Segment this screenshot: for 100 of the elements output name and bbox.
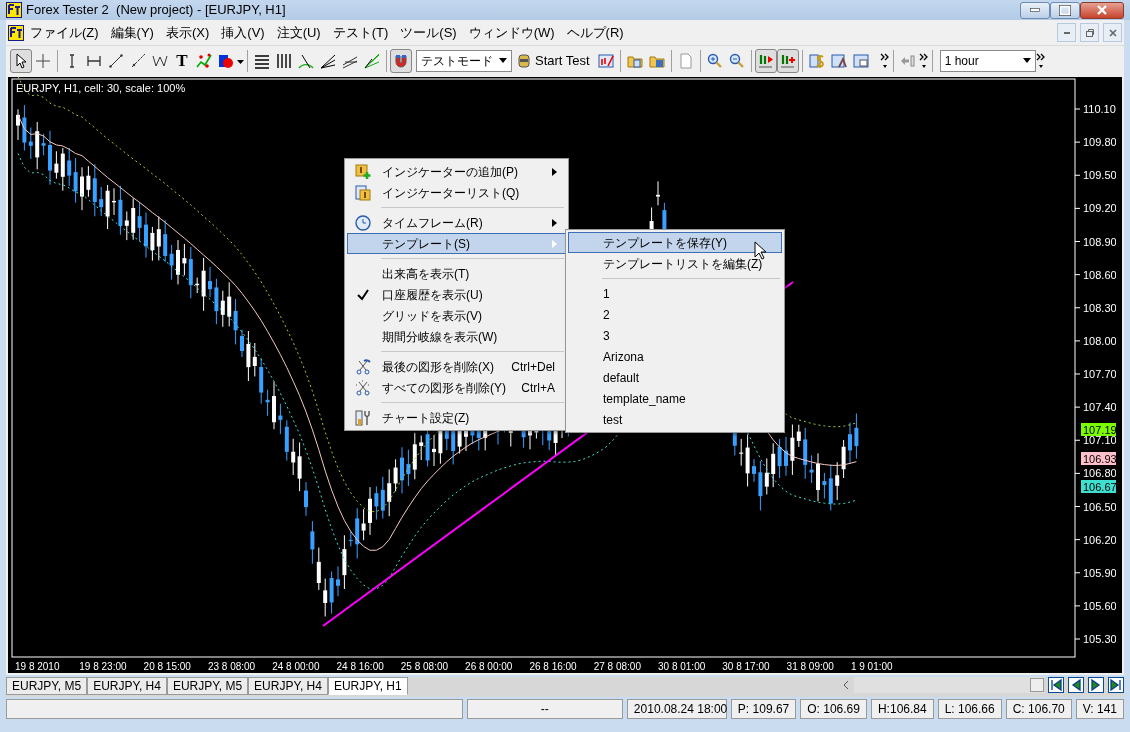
menu-item[interactable]: 2 <box>568 304 782 325</box>
magnet-button[interactable] <box>390 48 412 73</box>
status-field: O: 106.69 <box>800 699 867 719</box>
time-label: 26 8 00:00 <box>465 661 513 672</box>
menu-item[interactable]: 1 <box>568 283 782 304</box>
menu-item[interactable]: Arizona <box>568 346 782 367</box>
fibonacci-wave-icon <box>196 52 212 69</box>
auto-scroll-button[interactable] <box>776 48 799 73</box>
menu-item[interactable]: 注文(U) <box>270 22 327 43</box>
price-tag: 106.67 <box>1081 480 1116 493</box>
pointer-icon <box>13 52 29 69</box>
chart-tab[interactable]: EURJPY, M5 <box>6 677 88 695</box>
menu-item[interactable]: ヘルプ(R) <box>560 22 630 43</box>
last-page-icon[interactable] <box>1108 677 1124 693</box>
price-tag: 106.93 <box>1081 452 1116 465</box>
price-label: 109.20 <box>1083 202 1116 215</box>
start-test-button[interactable]: Start Test <box>512 48 595 73</box>
price-label: 109.50 <box>1083 169 1116 182</box>
time-label: 31 8 09:00 <box>786 661 834 672</box>
pitchfork-icon <box>364 52 380 69</box>
menu-item[interactable]: 編集(Y) <box>104 22 160 43</box>
status-field: L: 106.66 <box>937 699 1002 719</box>
clock-icon <box>355 214 371 231</box>
price-label: 109.80 <box>1083 136 1116 149</box>
menu-item[interactable]: ツール(S) <box>394 22 463 43</box>
status-field: 2010.08.24 18:00 <box>626 699 727 719</box>
indicator-list-icon <box>355 184 371 201</box>
close-button[interactable] <box>1080 1 1124 19</box>
close-icon <box>1108 28 1117 37</box>
time-label: 1 9 01:00 <box>850 661 893 672</box>
scrollbar-thumb[interactable] <box>1030 678 1044 692</box>
previous-page-icon[interactable] <box>1068 677 1084 693</box>
menu-item[interactable]: インジケーターの追加(P) <box>347 161 566 182</box>
time-label: 30 8 17:00 <box>722 661 770 672</box>
menu-item[interactable]: 出来高を表示(T) <box>347 263 566 284</box>
menu-item[interactable]: テンプレートを保存(Y) <box>568 232 782 253</box>
blank-page-icon <box>677 52 694 69</box>
scissors-icon <box>355 379 371 396</box>
menu-item[interactable]: チャート設定(Z) <box>347 407 566 428</box>
mode-select[interactable]: テストモード <box>416 49 512 72</box>
menu-item[interactable]: インジケーターリスト(Q) <box>347 182 566 203</box>
checkmark-icon <box>357 288 369 301</box>
menu-item[interactable]: テスト(T) <box>326 22 395 43</box>
test-chart-icon <box>597 52 614 69</box>
menu-item[interactable]: ファイル(Z) <box>24 22 105 43</box>
menu-item[interactable]: 挿入(V) <box>215 22 271 43</box>
chart-tab[interactable]: EURJPY, M5 <box>166 677 249 695</box>
maximize-button[interactable] <box>1050 1 1080 19</box>
first-page-icon[interactable] <box>1048 677 1064 693</box>
vertical-lines-icon <box>276 52 292 69</box>
menu-item[interactable]: 期間分岐線を表示(W) <box>347 326 566 347</box>
menu-item[interactable]: テンプレートリストを編集(Z) <box>568 253 782 274</box>
menu-item[interactable]: タイムフレーム(R) <box>347 212 566 233</box>
minimize-button[interactable] <box>1020 1 1050 19</box>
time-label: 19 8 23:00 <box>79 661 127 672</box>
time-label: 23 8 08:00 <box>207 661 256 672</box>
trend-line-icon <box>108 52 124 69</box>
shape-color-icon <box>218 52 234 69</box>
menu-item[interactable]: 口座履歴を表示(U) <box>347 284 566 305</box>
text-tool-button[interactable]: T <box>171 48 193 73</box>
menu-item[interactable]: 3 <box>568 325 782 346</box>
ray-line-icon <box>130 52 146 69</box>
minimize-button[interactable] <box>1057 23 1076 42</box>
price-label: 108.30 <box>1083 301 1116 314</box>
price-label: 107.70 <box>1083 368 1116 380</box>
auto-scroll-icon <box>779 52 796 69</box>
next-page-icon[interactable] <box>1088 677 1104 693</box>
scrollbar-track[interactable] <box>854 677 1044 693</box>
submenu-arrow-icon <box>552 240 557 248</box>
time-label: 25 8 08:00 <box>400 661 449 672</box>
chart-tab[interactable]: EURJPY, H4 <box>87 677 167 695</box>
crosshair-icon <box>35 52 51 69</box>
restore-icon <box>1085 28 1094 37</box>
menu-item[interactable]: 表示(X) <box>159 22 216 43</box>
menu-item[interactable]: ウィンドウ(W) <box>462 22 561 43</box>
menu-item[interactable]: default <box>568 367 782 388</box>
chart-shift-button[interactable] <box>754 48 777 73</box>
menu-item[interactable]: template_name <box>568 388 782 409</box>
restore-button[interactable] <box>1080 23 1099 42</box>
chart-shift-icon <box>757 52 774 69</box>
menu-item[interactable]: グリッドを表示(V) <box>347 305 566 326</box>
timeframe-select[interactable]: 1 hour <box>939 49 1036 72</box>
time-label: 24 8 16:00 <box>336 661 384 672</box>
price-label: 108.00 <box>1083 334 1116 347</box>
arc-icon <box>298 52 314 69</box>
app-logo-icon <box>6 2 22 18</box>
menu-item[interactable]: テンプレート(S) <box>347 233 566 254</box>
chart-tab[interactable]: EURJPY, H1 <box>327 677 408 695</box>
indicator-add-icon <box>355 163 371 180</box>
menu-item[interactable]: 最後の図形を削除(X) Ctrl+Del <box>347 356 566 377</box>
status-field: P: 109.67 <box>730 699 797 719</box>
price-label: 105.30 <box>1083 633 1116 645</box>
menu-item[interactable]: すべての図形を削除(Y) Ctrl+A <box>347 377 566 398</box>
zoom-out-icon <box>728 52 745 69</box>
dropdown-arrow-icon <box>499 58 507 63</box>
price-label: 106.50 <box>1083 500 1116 513</box>
status-field: V: 141 <box>1075 699 1124 719</box>
menu-item[interactable]: test <box>568 409 782 430</box>
chart-tab[interactable]: EURJPY, H4 <box>248 677 328 695</box>
pointer-button[interactable] <box>10 48 32 73</box>
